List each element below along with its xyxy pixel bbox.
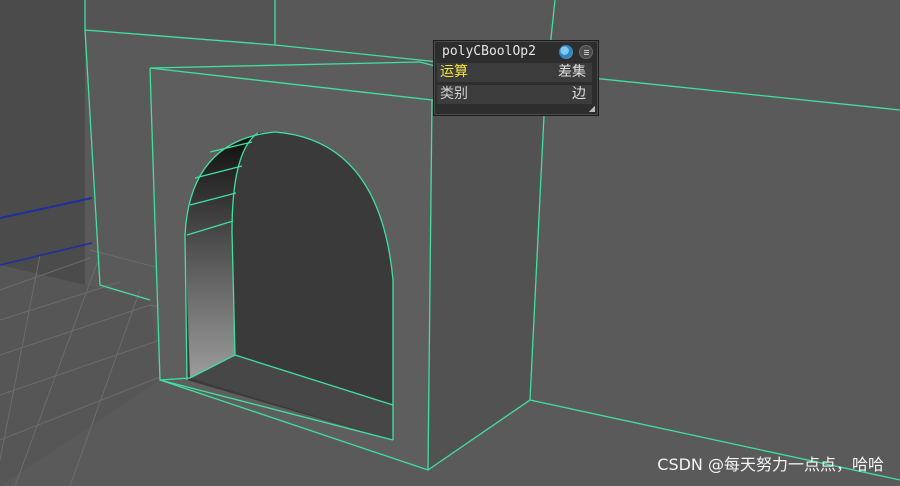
box-right-face xyxy=(428,95,545,470)
resize-grip-icon[interactable] xyxy=(589,106,595,112)
node-title: polyCBoolOp2 xyxy=(442,44,536,59)
attribute-row-classification[interactable]: 类别 边 xyxy=(437,85,592,104)
attribute-value[interactable]: 边 xyxy=(572,85,586,104)
watermark: CSDN @每天努力一点点，哈哈 xyxy=(657,455,884,474)
back-wall-left xyxy=(85,0,275,45)
attribute-value[interactable]: 差集 xyxy=(558,63,586,82)
node-editor-hud[interactable]: polyCBoolOp2 运算 差集 类别 边 xyxy=(433,40,599,116)
render-globe-icon[interactable] xyxy=(559,45,573,59)
menu-icon[interactable] xyxy=(579,45,593,59)
left-wall xyxy=(0,0,85,285)
floor-left xyxy=(0,265,160,486)
attribute-label: 类别 xyxy=(440,86,468,102)
attribute-label: 运算 xyxy=(440,64,468,80)
attribute-row-operation[interactable]: 运算 差集 xyxy=(437,63,592,82)
